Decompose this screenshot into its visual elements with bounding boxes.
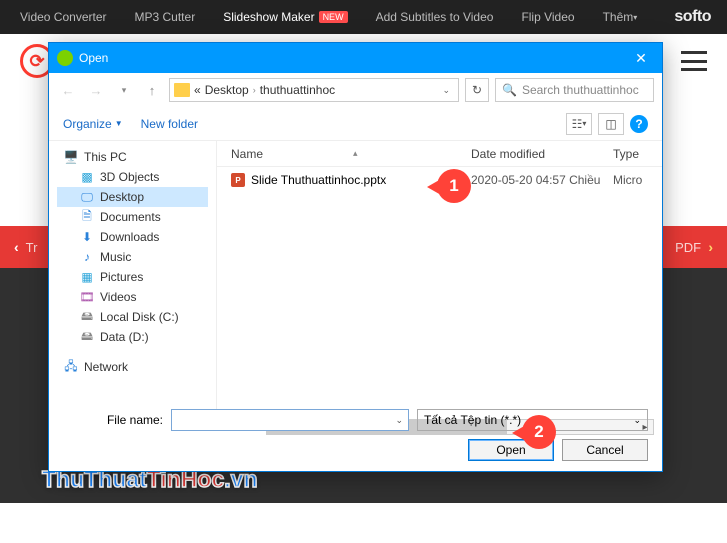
recent-dropdown[interactable]: ▾	[113, 79, 135, 101]
chevron-right-icon[interactable]: ›	[708, 239, 713, 255]
nav-tab-subtitles[interactable]: Add Subtitles to Video	[362, 0, 508, 34]
up-button[interactable]: ↑	[141, 79, 163, 101]
site-top-nav: Video Converter MP3 Cutter Slideshow Mak…	[0, 0, 727, 34]
net-icon: 🖧	[63, 360, 79, 374]
tree-node-music[interactable]: ♪Music	[57, 247, 208, 267]
doc-icon: 🗎	[79, 210, 95, 224]
tree-node-data-d-[interactable]: 🖴Data (D:)	[57, 327, 208, 347]
close-icon[interactable]: ✕	[620, 43, 662, 73]
cancel-button[interactable]: Cancel	[562, 439, 648, 461]
chevron-down-icon[interactable]: ⌄	[390, 415, 408, 426]
file-date: 2020-05-20 04:57 Chiều	[471, 173, 613, 187]
search-input[interactable]: 🔍 Search thuthuattinhoc	[495, 78, 654, 102]
column-headers: Name▴ Date modified Type	[217, 141, 662, 167]
folder-icon	[174, 83, 190, 97]
nav-tab-label: Slideshow Maker	[223, 10, 314, 24]
col-date-header[interactable]: Date modified	[471, 147, 613, 161]
tree-node-this-pc[interactable]: 🖥️This PC	[57, 147, 208, 167]
chevron-right-icon: ›	[253, 85, 256, 95]
hamburger-menu-icon[interactable]	[681, 51, 707, 71]
toolbar: Organize ▼ New folder ☷ ▾ ◫ ?	[49, 107, 662, 141]
nav-tab-slideshow-maker[interactable]: Slideshow Maker NEW	[209, 0, 361, 34]
pic-icon: ▦	[79, 270, 95, 284]
address-bar-row: ← → ▾ ↑ « Desktop › thuthuattinhoc ⌄ ↻ 🔍…	[49, 73, 662, 107]
dialog-titlebar: Open ✕	[49, 43, 662, 73]
nav-tab-mp3-cutter[interactable]: MP3 Cutter	[121, 0, 210, 34]
disk-icon: 🖴	[79, 310, 95, 324]
3d-icon: ▩	[79, 170, 95, 184]
tree-node-desktop[interactable]: 🖵Desktop	[57, 187, 208, 207]
vid-icon: 🎞	[79, 290, 95, 304]
tree-node-downloads[interactable]: ⬇Downloads	[57, 227, 208, 247]
col-type-header[interactable]: Type	[613, 147, 662, 161]
nav-tab-video-converter[interactable]: Video Converter	[6, 0, 121, 34]
dialog-footer: File name: ⌄ Tất cả Tệp tin (*.*)⌄ Open …	[49, 399, 662, 471]
new-folder-button[interactable]: New folder	[141, 117, 198, 131]
tree-node-local-disk-c-[interactable]: 🖴Local Disk (C:)	[57, 307, 208, 327]
tree-node-videos[interactable]: 🎞Videos	[57, 287, 208, 307]
breadcrumb[interactable]: « Desktop › thuthuattinhoc ⌄	[169, 78, 459, 102]
search-icon: 🔍	[502, 83, 517, 97]
annotation-marker-2: 2	[522, 415, 556, 449]
sort-asc-icon: ▴	[353, 148, 358, 159]
new-badge: NEW	[319, 11, 348, 23]
desk-icon: 🖵	[79, 190, 95, 204]
organize-button[interactable]: Organize ▼	[63, 117, 123, 131]
annotation-marker-1: 1	[437, 169, 471, 203]
tree-node-3d-objects[interactable]: ▩3D Objects	[57, 167, 208, 187]
dialog-body: 🖥️This PC▩3D Objects🖵Desktop🗎Documents⬇D…	[49, 141, 662, 427]
nav-tab-more[interactable]: Thêm ▾	[589, 0, 652, 34]
refresh-button[interactable]: ↻	[465, 78, 489, 102]
disk-icon: 🖴	[79, 330, 95, 344]
forward-button[interactable]: →	[85, 79, 107, 101]
chevron-left-icon[interactable]: ‹	[14, 239, 19, 255]
dl-icon: ⬇	[79, 230, 95, 244]
nav-tree: 🖥️This PC▩3D Objects🖵Desktop🗎Documents⬇D…	[49, 141, 217, 427]
pptx-icon: P	[231, 173, 245, 187]
help-icon[interactable]: ?	[630, 115, 648, 133]
tree-node-documents[interactable]: 🗎Documents	[57, 207, 208, 227]
open-file-dialog: Open ✕ ← → ▾ ↑ « Desktop › thuthuattinho…	[48, 42, 663, 472]
preview-pane-button[interactable]: ◫	[598, 113, 624, 135]
file-name-input[interactable]: ⌄	[171, 409, 409, 431]
file-type: Micro	[613, 173, 662, 187]
tree-node-pictures[interactable]: ▦Pictures	[57, 267, 208, 287]
file-name-label: File name:	[63, 413, 163, 427]
tree-node-network[interactable]: 🖧Network	[57, 357, 208, 377]
app-icon	[57, 50, 73, 66]
dialog-title: Open	[79, 51, 108, 65]
back-button[interactable]: ←	[57, 79, 79, 101]
col-name-header[interactable]: Name▴	[217, 147, 471, 161]
music-icon: ♪	[79, 250, 95, 264]
view-options-button[interactable]: ☷ ▾	[566, 113, 592, 135]
nav-tab-flip-video[interactable]: Flip Video	[507, 0, 588, 34]
file-name: Slide Thuthuattinhoc.pptx	[251, 173, 386, 187]
pc-icon: 🖥️	[63, 150, 79, 164]
bottom-bar	[0, 503, 727, 543]
brand-logo: softo	[674, 8, 721, 26]
chevron-down-icon[interactable]: ⌄	[438, 85, 454, 96]
